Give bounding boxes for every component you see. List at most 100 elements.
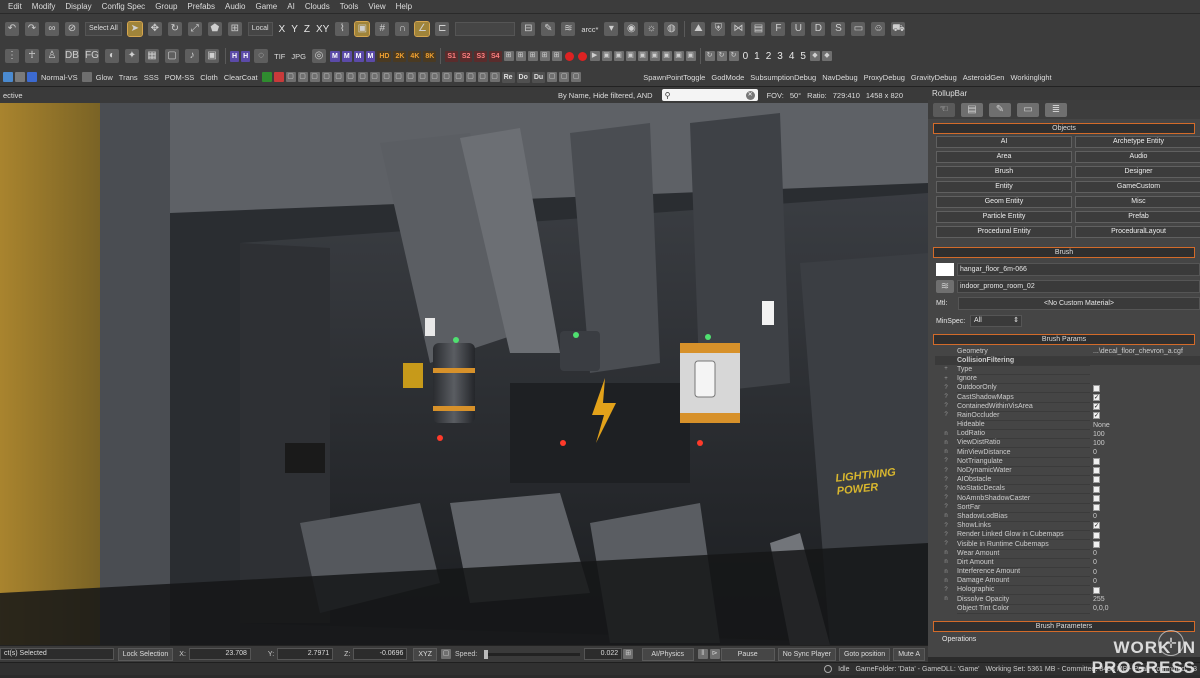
menu-game[interactable]: Game (250, 0, 282, 14)
ratio-value[interactable]: 729:410 (830, 91, 863, 100)
marker-icon[interactable]: ◆ (809, 51, 820, 61)
menu-modify[interactable]: Modify (27, 0, 61, 14)
scale-tool-icon[interactable]: ⤢ (187, 22, 202, 36)
axis-z-button[interactable]: Z (304, 24, 310, 35)
render-toggle-icon[interactable]: ▢ (405, 72, 416, 82)
checkbox-unchecked[interactable] (1093, 540, 1100, 548)
render-toggle-icon[interactable]: ▢ (429, 72, 440, 82)
snap-to-object-icon[interactable]: ▣ (354, 21, 371, 37)
pause-button[interactable]: Pause (720, 647, 775, 661)
grid-snap-icon[interactable]: ⋮ (5, 49, 19, 63)
grid-small-icon[interactable]: ⊞ (551, 51, 562, 61)
play-icon[interactable]: ▶ (589, 51, 600, 61)
checkbox-unchecked[interactable] (1093, 586, 1100, 594)
marker-icon[interactable]: ◆ (821, 51, 832, 61)
nav-debug-toggle[interactable]: NavDebug (819, 73, 860, 82)
param-value[interactable]: 0 (1090, 558, 1198, 567)
jpg-button[interactable]: JPG (288, 52, 309, 61)
render-toggle-icon[interactable]: ▢ (441, 72, 452, 82)
color-swatch-icon[interactable] (81, 72, 92, 82)
rotate-tool-icon[interactable]: ↻ (167, 22, 182, 36)
ruler-icon[interactable]: ⊏ (435, 22, 450, 36)
object-type-button[interactable]: Designer (1075, 166, 1200, 178)
goto-position-button[interactable]: Goto position (838, 647, 891, 661)
layer-edit-icon[interactable]: ✎ (541, 22, 556, 36)
object-type-button[interactable]: Prefab (1075, 211, 1200, 223)
redo-icon[interactable]: ↷ (25, 22, 39, 36)
brush-parameters-header[interactable]: Brush Parameters (933, 621, 1195, 633)
3d-viewport[interactable]: LIGHTNING POWER (0, 103, 928, 645)
db-icon[interactable]: DB (65, 49, 79, 63)
render-cloth[interactable]: Cloth (197, 73, 221, 82)
render-pom-ss[interactable]: POM-SS (162, 73, 198, 82)
ai-physics-button[interactable]: AI/Physics (641, 647, 694, 661)
object-type-button[interactable]: Misc (1075, 196, 1200, 208)
param-value[interactable] (1090, 531, 1198, 540)
render-toggle-icon[interactable]: ▢ (369, 72, 380, 82)
object-type-button[interactable]: Archetype Entity (1075, 136, 1200, 148)
menu-display[interactable]: Display (60, 0, 96, 14)
minspec-dropdown[interactable]: All ⇕ (970, 315, 1022, 327)
render-clearcoat[interactable]: ClearCoat (221, 73, 261, 82)
spawn-point-toggle[interactable]: SpawnPointToggle (640, 73, 708, 82)
object-type-button[interactable]: Audio (1075, 151, 1200, 163)
database-icon[interactable]: D (811, 22, 826, 36)
grid-small-icon[interactable]: ⊞ (539, 51, 550, 61)
clear-search-icon[interactable]: ✕ (745, 90, 755, 100)
z-field[interactable]: -0.0696 (353, 648, 408, 660)
box-icon[interactable]: ▢ (165, 49, 179, 63)
asteroid-gen-toggle[interactable]: AsteroidGen (960, 73, 1008, 82)
render-toggle-icon[interactable]: ▢ (357, 72, 368, 82)
terrain-follow-icon[interactable]: ⌇ (335, 22, 350, 36)
terrain-icon[interactable]: ⛰ (691, 22, 706, 36)
bookmark-2-button[interactable]: 2 (766, 51, 772, 62)
render-toggle-icon[interactable]: ▢ (417, 72, 428, 82)
capture-icon[interactable]: ▣ (661, 51, 672, 61)
menu-config-spec[interactable]: Config Spec (97, 0, 151, 14)
menu-tools[interactable]: Tools (335, 0, 364, 14)
angle-snap-icon[interactable]: ∠ (414, 21, 431, 37)
capture-icon[interactable]: ▣ (625, 51, 636, 61)
param-value[interactable]: 0 (1090, 448, 1198, 457)
layers-icon[interactable]: ≋ (561, 22, 576, 36)
checkbox-unchecked[interactable] (1093, 485, 1100, 493)
undo-icon[interactable]: ↶ (5, 22, 19, 36)
object-type-button[interactable]: GameCustom (1075, 181, 1200, 193)
tag-2k[interactable]: 2K (393, 50, 407, 62)
graph-icon[interactable]: ▤ (751, 22, 766, 36)
tag-m4[interactable]: M (365, 50, 376, 62)
select-mode-dropdown[interactable]: Select All (85, 22, 122, 36)
tag-do[interactable]: Do (516, 71, 530, 83)
render-toggle-icon[interactable]: ▢ (547, 72, 558, 82)
object-type-button[interactable]: Entity (936, 181, 1072, 193)
tag-s2[interactable]: S2 (459, 50, 473, 62)
tag-s3[interactable]: S3 (474, 50, 488, 62)
param-value[interactable] (1090, 485, 1198, 494)
checkbox-checked[interactable]: ✓ (1093, 402, 1100, 410)
fov-value[interactable]: 50° (787, 91, 804, 100)
checkbox-unchecked[interactable] (1093, 467, 1100, 475)
stop-red-icon[interactable] (577, 51, 587, 61)
param-row[interactable]: Object Tint Color 0,0,0 (935, 604, 1200, 614)
shield-icon[interactable]: ⛨ (711, 22, 726, 36)
menu-ai[interactable]: AI (282, 0, 300, 14)
capture-icon[interactable]: ▣ (613, 51, 624, 61)
tag-hd[interactable]: HD (377, 50, 392, 62)
lock-selection-button[interactable]: Lock Selection (117, 647, 174, 661)
modelling-tab-icon[interactable]: ✎ (989, 102, 1011, 117)
menu-clouds[interactable]: Clouds (300, 0, 335, 14)
objects-tab-icon[interactable]: ☜ (933, 102, 955, 117)
object-type-button[interactable]: Geom Entity (936, 196, 1072, 208)
checkbox-unchecked[interactable] (1093, 503, 1100, 511)
checkbox-unchecked[interactable] (1093, 531, 1100, 539)
mute-audio-button[interactable]: Mute A (893, 647, 925, 661)
refresh-icon[interactable]: ↻ (716, 51, 727, 61)
render-sss[interactable]: SSS (141, 73, 162, 82)
checkbox-unchecked[interactable] (1093, 384, 1100, 392)
speed-field[interactable]: 0.022 (584, 648, 623, 660)
param-value[interactable]: 0 (1090, 577, 1198, 586)
globe-icon[interactable]: ◍ (664, 22, 679, 36)
person-icon[interactable]: ☥ (25, 49, 39, 63)
param-value[interactable]: ✓ (1090, 522, 1198, 531)
brush-params-header[interactable]: Brush Params (933, 334, 1195, 345)
